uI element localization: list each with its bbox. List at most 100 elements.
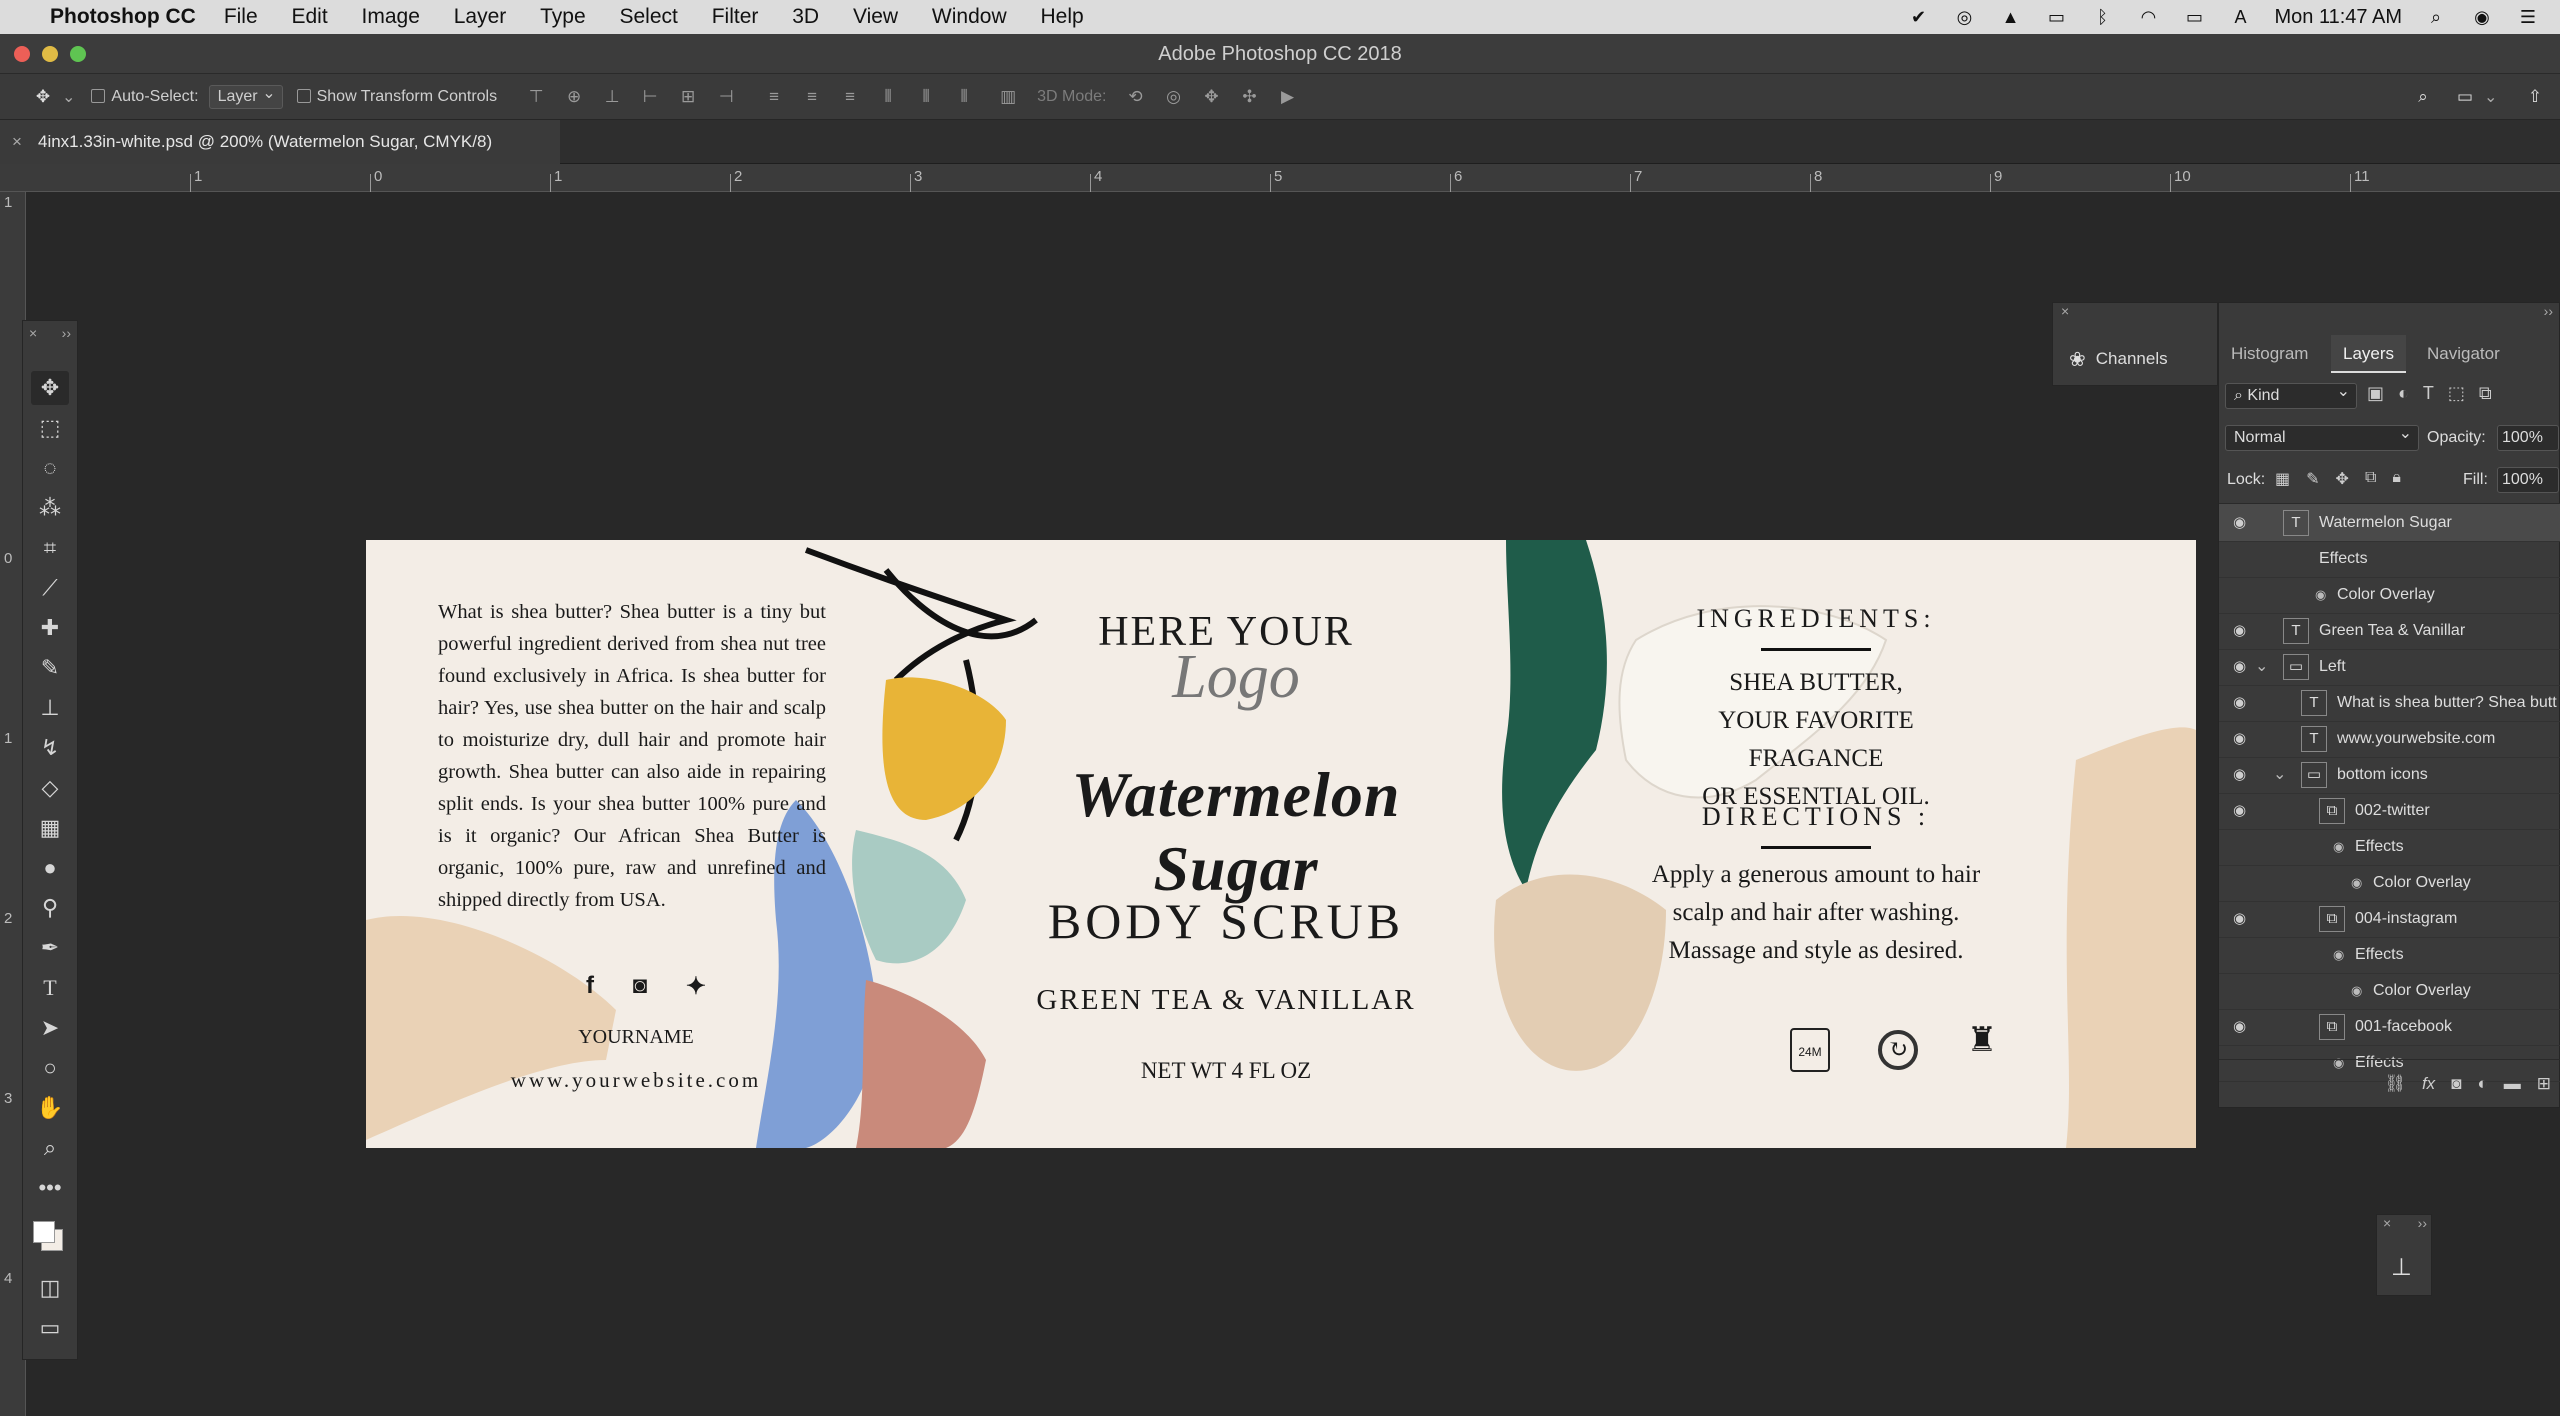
crop-tool-icon[interactable]: ⌗: [31, 531, 69, 565]
share-icon[interactable]: ⇧: [2522, 84, 2548, 110]
distribute-bottom-icon[interactable]: ≡: [837, 84, 863, 110]
layer-row[interactable]: ◉ T Watermelon Sugar: [2219, 504, 2560, 542]
lock-all-icon[interactable]: 🔒︎: [2392, 469, 2401, 489]
tab-histogram[interactable]: Histogram: [2219, 335, 2320, 373]
tools-panel-close-icon[interactable]: ×: [29, 325, 37, 341]
distribute-right-icon[interactable]: ⦀: [951, 84, 977, 110]
layer-visibility-eye-icon[interactable]: ◉: [2233, 504, 2246, 542]
align-right-icon[interactable]: ⊣: [713, 84, 739, 110]
drive-icon[interactable]: ▲: [1999, 6, 2023, 28]
new-layer-icon[interactable]: ⊞: [2537, 1074, 2551, 1094]
screen-mode-icon[interactable]: ▭: [31, 1311, 69, 1345]
menu-view[interactable]: View: [853, 5, 898, 28]
disclosure-chevron-icon[interactable]: ⌄: [2273, 756, 2286, 794]
effect-visibility-eye-icon[interactable]: ◉: [2351, 972, 2362, 1010]
ellipse-tool-icon[interactable]: ○: [31, 1051, 69, 1085]
distribute-left-icon[interactable]: ⦀: [875, 84, 901, 110]
blend-mode-dropdown[interactable]: Normal ⌄: [2225, 425, 2419, 451]
layer-row[interactable]: ◉ T What is shea butter? Shea butt: [2219, 684, 2560, 722]
distribute-top-icon[interactable]: ≡: [761, 84, 787, 110]
blur-tool-icon[interactable]: ●: [31, 851, 69, 885]
path-selection-tool-icon[interactable]: ➤: [31, 1011, 69, 1045]
document-tab[interactable]: × 4inx1.33in-white.psd @ 200% (Watermelo…: [0, 120, 560, 164]
zoom-window-button[interactable]: [70, 46, 86, 62]
layer-row[interactable]: ◉ ⧉ 004-instagram: [2219, 900, 2560, 938]
filter-pixel-icon[interactable]: ▣: [2367, 383, 2384, 404]
close-document-icon[interactable]: ×: [12, 120, 22, 164]
align-hcenter-icon[interactable]: ⊞: [675, 84, 701, 110]
3d-roll-icon[interactable]: ◎: [1160, 84, 1186, 110]
3d-camera-icon[interactable]: ▶: [1274, 84, 1300, 110]
layer-visibility-eye-icon[interactable]: ◉: [2233, 756, 2246, 794]
layer-row[interactable]: ◉ Color Overlay: [2219, 576, 2560, 614]
menu-window[interactable]: Window: [932, 5, 1007, 28]
align-top-icon[interactable]: ⊤: [523, 84, 549, 110]
tab-navigator[interactable]: Navigator: [2415, 335, 2512, 373]
healing-brush-tool-icon[interactable]: ✚: [31, 611, 69, 645]
creative-cloud-icon[interactable]: ◎: [1953, 6, 1977, 28]
layer-visibility-eye-icon[interactable]: ◉: [2233, 792, 2246, 830]
workspace-chevron-icon[interactable]: ⌄: [2484, 87, 2497, 107]
lasso-tool-icon[interactable]: ◌: [31, 451, 69, 485]
minimize-window-button[interactable]: [42, 46, 58, 62]
align-bottom-icon[interactable]: ⊥: [599, 84, 625, 110]
horizontal-ruler[interactable]: 1 0 1 2 3 4 5 6 7 8 9 10 11: [0, 164, 2560, 192]
clone-source-icon[interactable]: ⊥: [2391, 1253, 2412, 1282]
tab-layers[interactable]: Layers: [2331, 335, 2407, 373]
auto-select-dropdown[interactable]: Layer: [208, 83, 283, 109]
layers-panel-expand-icon[interactable]: ››: [2544, 303, 2553, 319]
more-tools-icon[interactable]: •••: [31, 1171, 69, 1205]
layer-visibility-eye-icon[interactable]: ◉: [2233, 684, 2246, 722]
move-tool-preset-icon[interactable]: ✥: [30, 84, 56, 110]
layer-visibility-eye-icon[interactable]: ◉: [2233, 720, 2246, 758]
battery-icon[interactable]: ▭: [2183, 6, 2207, 28]
effect-visibility-eye-icon[interactable]: ◉: [2315, 576, 2326, 614]
move-tool-icon[interactable]: ✥: [31, 371, 69, 405]
layer-row[interactable]: ◉ Color Overlay: [2219, 972, 2560, 1010]
props-panel-close-icon[interactable]: ×: [2383, 1215, 2391, 1231]
layer-filter-kind-dropdown[interactable]: ⌕ Kind ⌄: [2225, 383, 2357, 409]
layer-row[interactable]: ◉ ⧉ 001-facebook: [2219, 1008, 2560, 1046]
filter-shape-icon[interactable]: ⬚: [2448, 383, 2465, 404]
channels-panel-close-icon[interactable]: ×: [2061, 303, 2069, 319]
menu-layer[interactable]: Layer: [454, 5, 507, 28]
effect-visibility-eye-icon[interactable]: ◉: [2333, 828, 2344, 866]
auto-align-icon[interactable]: ▥: [995, 84, 1021, 110]
pen-tool-icon[interactable]: ✒: [31, 931, 69, 965]
3d-slide-icon[interactable]: ✣: [1236, 84, 1262, 110]
magic-wand-tool-icon[interactable]: ⁂: [31, 491, 69, 525]
show-transform-checkbox[interactable]: [296, 88, 317, 106]
layer-row[interactable]: Effects: [2219, 540, 2560, 578]
layer-row[interactable]: ◉ Twww.yourwebsite.com: [2219, 720, 2560, 758]
filter-adjustment-icon[interactable]: ◐: [2398, 383, 2409, 404]
effect-visibility-eye-icon[interactable]: ◉: [2333, 936, 2344, 974]
check-badge-icon[interactable]: ✔: [1907, 6, 1931, 28]
distribute-vcenter-icon[interactable]: ≡: [799, 84, 825, 110]
history-brush-tool-icon[interactable]: ↯: [31, 731, 69, 765]
menu-file[interactable]: File: [224, 5, 258, 28]
filter-type-icon[interactable]: T: [2423, 383, 2434, 404]
auto-select-checkbox[interactable]: [91, 88, 111, 106]
lock-position-icon[interactable]: ✥: [2336, 469, 2349, 489]
tools-panel-expand-icon[interactable]: ››: [62, 325, 71, 341]
layer-style-fx-icon[interactable]: fx: [2422, 1074, 2435, 1094]
disclosure-chevron-icon[interactable]: ⌄: [2255, 648, 2268, 686]
search-icon[interactable]: ⌕: [2410, 84, 2436, 110]
add-mask-icon[interactable]: ◙: [2451, 1074, 2461, 1094]
layer-row[interactable]: ◉ ⌄ ▭ bottom icons: [2219, 756, 2560, 794]
layer-visibility-eye-icon[interactable]: ◉: [2233, 1008, 2246, 1046]
channels-button[interactable]: ❀ Channels: [2069, 339, 2215, 379]
zoom-tool-icon[interactable]: ⌕: [31, 1131, 69, 1165]
type-tool-icon[interactable]: T: [31, 971, 69, 1005]
bluetooth-icon[interactable]: ᛒ: [2091, 6, 2115, 28]
gradient-tool-icon[interactable]: ▦: [31, 811, 69, 845]
fill-field[interactable]: 100%: [2497, 467, 2559, 493]
layer-visibility-eye-icon[interactable]: ◉: [2233, 612, 2246, 650]
new-adjustment-layer-icon[interactable]: ◐: [2477, 1074, 2487, 1094]
menu-edit[interactable]: Edit: [292, 5, 328, 28]
layer-row[interactable]: ◉ ⌄ ▭ Left: [2219, 648, 2560, 686]
siri-icon[interactable]: ◉: [2470, 6, 2494, 28]
distribute-hcenter-icon[interactable]: ⦀: [913, 84, 939, 110]
layer-row[interactable]: ◉ T Green Tea & Vanillar: [2219, 612, 2560, 650]
input-source-icon[interactable]: A: [2229, 6, 2253, 28]
